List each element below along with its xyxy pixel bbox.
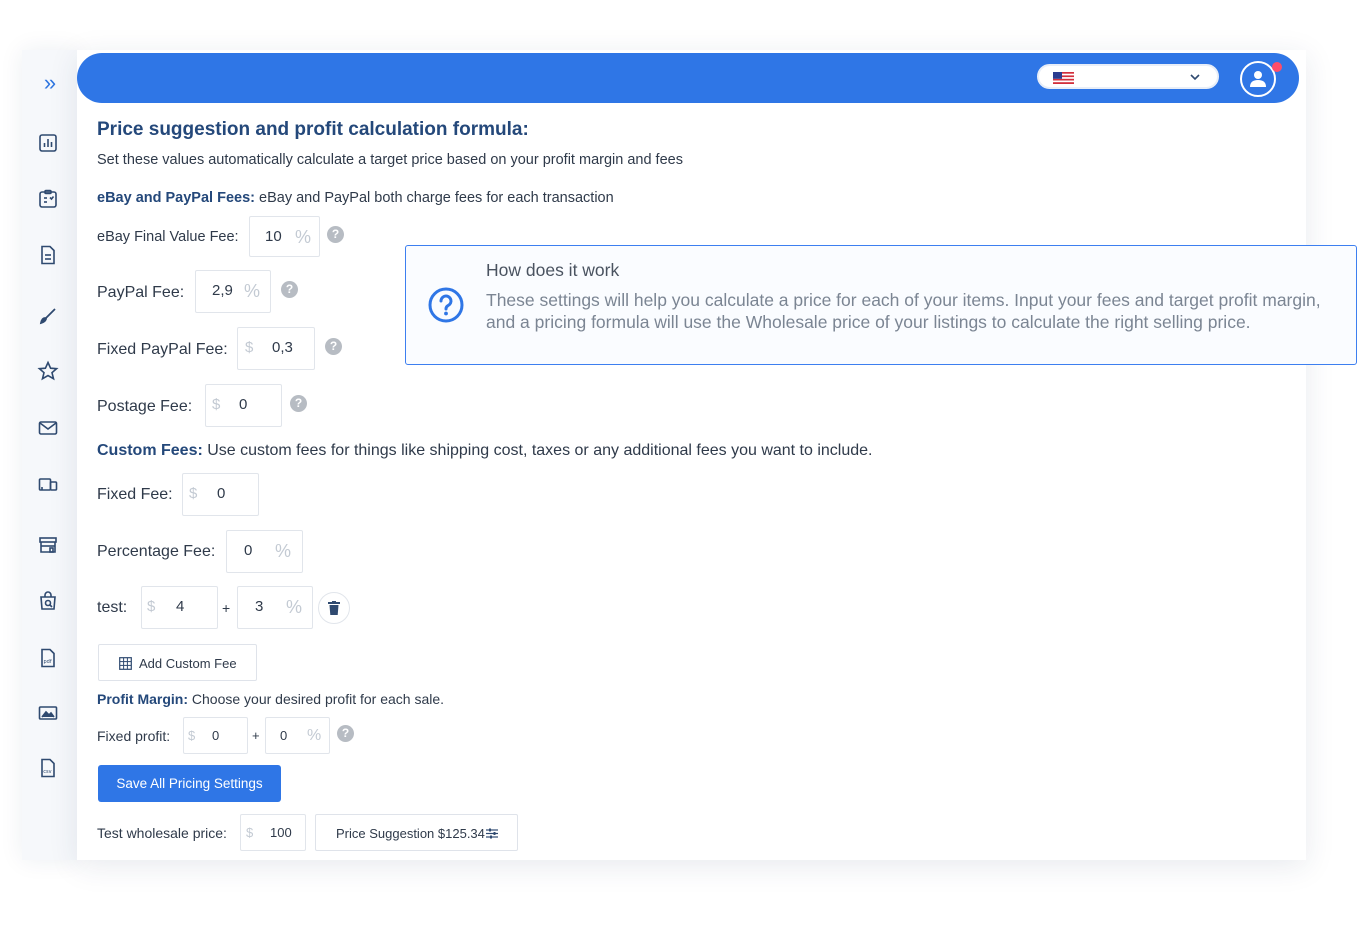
section-description: Use custom fees for things like shipping… bbox=[202, 442, 873, 459]
notification-dot bbox=[1272, 62, 1282, 72]
info-text: These settings will help you calculate a… bbox=[486, 290, 1321, 332]
dollar-prefix: $ bbox=[245, 339, 254, 356]
info-title: How does it work bbox=[486, 260, 620, 280]
paypal-fee-input[interactable]: 2,9 % bbox=[195, 270, 271, 313]
field-value: 10 bbox=[265, 228, 282, 245]
user-icon bbox=[1250, 71, 1266, 87]
test-wholesale-label: Test wholesale price: bbox=[97, 825, 227, 841]
avatar[interactable] bbox=[1240, 61, 1276, 97]
page-title: Price suggestion and profit calculation … bbox=[97, 119, 529, 140]
test-fee-percent-input[interactable]: 3 % bbox=[237, 586, 313, 629]
dollar-prefix: $ bbox=[212, 396, 221, 413]
final-value-fee-input[interactable]: 10 % bbox=[249, 216, 320, 257]
field-value: 100 bbox=[270, 825, 292, 840]
percent-suffix: % bbox=[244, 281, 261, 301]
star-icon[interactable] bbox=[37, 360, 59, 382]
sidebar: » pdf csv bbox=[22, 50, 77, 860]
button-label: Add Custom Fee bbox=[139, 656, 237, 671]
svg-text:pdf: pdf bbox=[44, 659, 52, 665]
double-chevron-right-icon[interactable]: » bbox=[37, 70, 63, 96]
fixed-paypal-fee-label: Fixed PayPal Fee: bbox=[97, 341, 228, 358]
us-flag-icon bbox=[1053, 72, 1074, 84]
field-value: 0 bbox=[212, 728, 220, 743]
profit-percent-input[interactable]: 0 % bbox=[265, 717, 330, 754]
fixed-fee-label: Fixed Fee: bbox=[97, 486, 173, 503]
add-custom-fee-button[interactable]: Add Custom Fee bbox=[98, 644, 257, 681]
button-label: Price Suggestion $125.34 bbox=[336, 826, 485, 841]
image-icon[interactable] bbox=[37, 702, 59, 724]
field-value: 0 bbox=[244, 542, 253, 559]
profit-margin-section: Profit Margin: Choose your desired profi… bbox=[97, 691, 444, 707]
fixed-fee-input[interactable]: $ 0 bbox=[182, 473, 259, 516]
section-heading: eBay and PayPal Fees: bbox=[97, 190, 255, 206]
field-value: 0 bbox=[280, 728, 288, 743]
fixed-paypal-fee-input[interactable]: $ 0,3 bbox=[237, 327, 315, 370]
dollar-prefix: $ bbox=[246, 825, 254, 840]
percentage-fee-input[interactable]: 0 % bbox=[226, 530, 303, 573]
percentage-fee-label: Percentage Fee: bbox=[97, 543, 216, 560]
test-wholesale-input[interactable]: $ 100 bbox=[240, 814, 306, 851]
dollar-prefix: $ bbox=[189, 485, 198, 502]
pdf-file-icon[interactable]: pdf bbox=[37, 647, 59, 669]
field-value: 0 bbox=[217, 485, 226, 502]
mail-icon[interactable] bbox=[37, 417, 59, 439]
language-select[interactable] bbox=[1037, 64, 1219, 89]
postage-fee-label: Postage Fee: bbox=[97, 398, 193, 415]
fixed-profit-input[interactable]: $ 0 bbox=[183, 717, 248, 754]
delete-fee-button[interactable] bbox=[318, 592, 350, 624]
bar-chart-icon[interactable] bbox=[37, 132, 59, 154]
fixed-profit-label: Fixed profit: bbox=[97, 728, 171, 744]
page-subtitle: Set these values automatically calculate… bbox=[97, 152, 683, 168]
svg-text:csv: csv bbox=[43, 769, 51, 775]
percent-suffix: % bbox=[295, 227, 312, 247]
help-icon[interactable]: ? bbox=[327, 226, 344, 243]
field-value: 4 bbox=[176, 598, 185, 615]
store-icon[interactable] bbox=[37, 534, 59, 556]
main-panel: Price suggestion and profit calculation … bbox=[77, 50, 1306, 860]
section-description: eBay and PayPal both charge fees for eac… bbox=[254, 190, 614, 206]
csv-file-icon[interactable]: csv bbox=[37, 757, 59, 779]
plus-sign: + bbox=[222, 600, 231, 616]
brush-icon[interactable] bbox=[37, 305, 59, 327]
save-pricing-settings-button[interactable]: Save All Pricing Settings bbox=[98, 765, 281, 802]
field-value: 2,9 bbox=[212, 282, 233, 299]
search-bag-icon[interactable] bbox=[37, 590, 59, 612]
field-value: 0 bbox=[239, 396, 248, 413]
devices-icon[interactable] bbox=[37, 474, 59, 496]
section-heading: Custom Fees: bbox=[97, 442, 203, 459]
sliders-icon bbox=[486, 828, 498, 839]
chevron-down-icon bbox=[1190, 74, 1200, 81]
ebay-paypal-section: eBay and PayPal Fees: eBay and PayPal bo… bbox=[97, 190, 614, 206]
question-circle-icon bbox=[428, 287, 464, 323]
help-icon[interactable]: ? bbox=[337, 725, 354, 742]
price-suggestion-button[interactable]: Price Suggestion $125.34 bbox=[315, 814, 518, 851]
final-value-fee-label: eBay Final Value Fee: bbox=[97, 229, 239, 245]
top-bar bbox=[77, 53, 1299, 103]
custom-fees-section: Custom Fees: Use custom fees for things … bbox=[97, 442, 873, 460]
plus-sign: + bbox=[252, 728, 260, 743]
trash-icon bbox=[328, 601, 340, 615]
section-heading: Profit Margin: bbox=[97, 691, 188, 707]
test-fee-label: test: bbox=[97, 599, 128, 616]
clipboard-icon[interactable] bbox=[37, 188, 59, 210]
test-fee-fixed-input[interactable]: $ 4 bbox=[141, 586, 218, 629]
field-value: 0,3 bbox=[272, 339, 293, 356]
paypal-fee-label: PayPal Fee: bbox=[97, 284, 185, 301]
help-icon[interactable]: ? bbox=[325, 338, 342, 355]
help-icon[interactable]: ? bbox=[290, 395, 307, 412]
percent-suffix: % bbox=[286, 597, 303, 617]
field-value: 3 bbox=[255, 598, 264, 615]
help-icon[interactable]: ? bbox=[281, 281, 298, 298]
section-description: Choose your desired profit for each sale… bbox=[188, 691, 445, 707]
postage-fee-input[interactable]: $ 0 bbox=[205, 384, 282, 427]
table-icon bbox=[119, 657, 132, 670]
dollar-prefix: $ bbox=[147, 598, 156, 615]
dollar-prefix: $ bbox=[188, 728, 196, 743]
how-it-works-box: How does it work These settings will hel… bbox=[405, 245, 1357, 365]
percent-suffix: % bbox=[275, 541, 292, 561]
document-icon[interactable] bbox=[37, 244, 59, 266]
percent-suffix: % bbox=[307, 727, 322, 744]
